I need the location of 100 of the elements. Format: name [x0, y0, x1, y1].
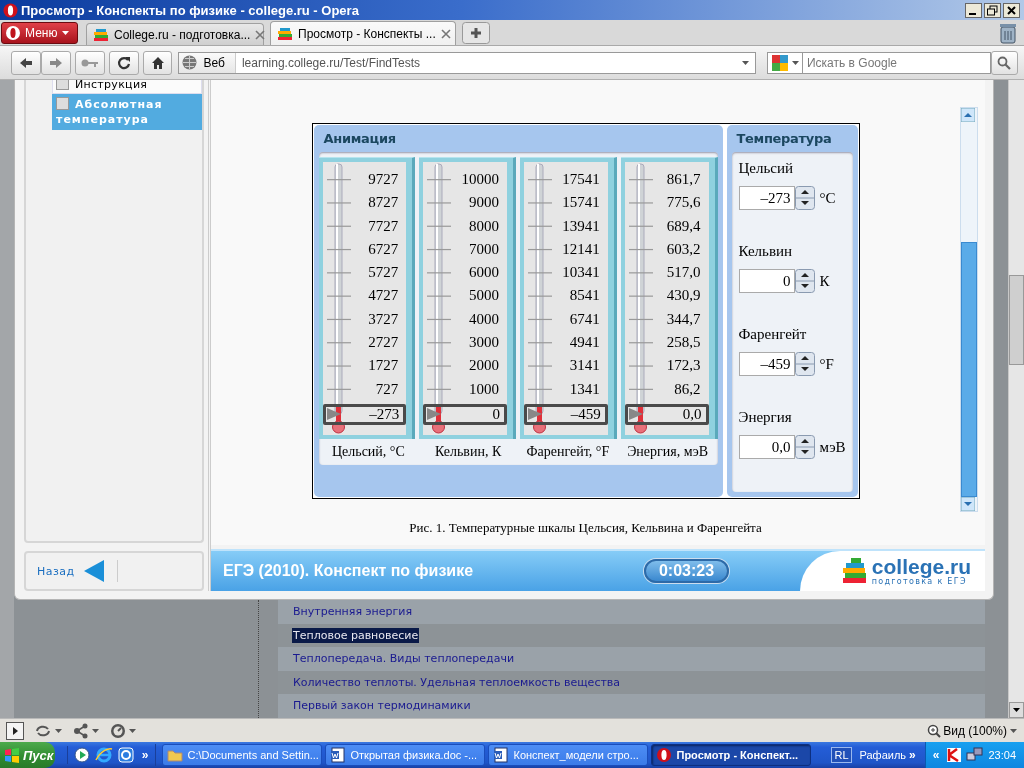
dropdown-caret-icon[interactable] [741, 58, 750, 67]
back-arrow-icon[interactable] [82, 559, 105, 583]
page-link[interactable]: Внутренняя энергия [292, 604, 414, 620]
unit-label: °C [819, 189, 836, 207]
window-title: Просмотр - Конспекты по физике - college.ru - Opera [21, 2, 360, 18]
page-link[interactable]: Тепловое равновесие [292, 627, 420, 643]
caret-icon [61, 28, 71, 37]
spinner-buttons[interactable] [794, 186, 815, 210]
media-player-icon[interactable] [73, 747, 90, 763]
scale-value: 2000 [469, 357, 499, 374]
scale-caption: Кельвин, К [433, 444, 503, 460]
search-scope-button[interactable]: Веб [179, 52, 236, 73]
clock: 23:04 [988, 749, 1016, 761]
scale-value: 172,3 [666, 357, 701, 374]
search-button[interactable] [991, 50, 1018, 75]
minimize-button[interactable] [965, 2, 982, 18]
scroll-up-button[interactable] [961, 108, 975, 122]
address-field[interactable]: Веб learning.college.ru/Test/FindTests [178, 51, 756, 74]
browser-e-icon[interactable] [94, 746, 113, 764]
scale-value: 1727 [368, 357, 399, 374]
menu-button[interactable]: Меню [1, 21, 78, 44]
spinner-buttons[interactable] [794, 435, 815, 459]
scrollbar-thumb[interactable] [961, 242, 977, 497]
taskbar-button[interactable]: C:\Documents and Settin... [162, 744, 323, 766]
expand-tray-button[interactable]: « [929, 748, 943, 762]
home-button[interactable] [142, 50, 173, 75]
caret-icon [791, 58, 800, 67]
taskbar-button[interactable]: Конспект_модели стро... [488, 744, 649, 766]
zoom-button[interactable]: Вид (100%) [927, 723, 1018, 738]
language-indicator[interactable]: RL [831, 747, 852, 763]
search-field[interactable]: Искать в Google [803, 51, 991, 74]
share-button[interactable] [73, 722, 100, 739]
scrollbar-thumb[interactable] [1009, 275, 1024, 365]
page-link[interactable]: Первый закон термодинамики [292, 698, 472, 714]
logo-tagline: подготовка к ЕГЭ [871, 577, 967, 586]
trash-icon [998, 21, 1018, 44]
speed-button[interactable] [110, 722, 137, 739]
close-icon[interactable] [440, 28, 451, 39]
spinner-buttons[interactable] [794, 269, 815, 293]
scale-value: 4941 [569, 334, 600, 351]
new-tab-button[interactable] [462, 21, 490, 44]
number-field[interactable]: 0,0 [738, 435, 795, 459]
close-button[interactable] [1003, 2, 1020, 18]
scale-value: 1000 [469, 380, 499, 397]
thermometer-bulb [432, 420, 446, 434]
start-button[interactable]: Пуск [0, 742, 55, 768]
scroll-down-button[interactable] [1009, 702, 1024, 718]
scale-value: 12141 [562, 240, 600, 257]
scale-value: 6741 [569, 310, 600, 327]
browser-icon[interactable] [117, 747, 134, 763]
spinner-buttons[interactable] [794, 352, 815, 376]
scale-value: 430,9 [666, 287, 701, 304]
more-button[interactable]: » [906, 748, 919, 762]
network-icon[interactable] [966, 747, 985, 763]
pointer-icon [628, 408, 643, 421]
unit-label: °F [819, 355, 834, 373]
number-field[interactable]: –459 [738, 352, 795, 376]
scale-value: 10341 [562, 264, 600, 281]
page-link[interactable]: Теплопередача. Виды теплопередачи [292, 651, 516, 667]
search-engine-button[interactable] [767, 51, 803, 74]
more-button[interactable]: » [138, 748, 152, 762]
page-link[interactable]: Количество теплоты. Удельная теплоемкость вещества [292, 674, 622, 690]
back-link[interactable]: Назад [37, 564, 75, 578]
scale-value: 775,6 [666, 194, 701, 211]
scale-value: 3141 [569, 357, 600, 374]
books-icon [841, 558, 868, 584]
reading-value: –273 [369, 406, 400, 422]
panel-toggle-button[interactable] [6, 721, 24, 740]
scale-value: 344,7 [666, 310, 701, 327]
antivirus-icon[interactable] [946, 747, 963, 763]
number-field[interactable]: –273 [738, 186, 795, 210]
browser-tab[interactable]: Просмотр - Конспекты ... [270, 21, 456, 45]
scale-value: 13941 [562, 217, 600, 234]
scale-value: 86,2 [674, 380, 701, 397]
scale-value: 689,4 [666, 217, 701, 234]
taskbar-button[interactable]: Просмотр - Конспект... [651, 744, 812, 766]
unit-label: К [819, 272, 830, 290]
browser-tab[interactable]: College.ru - подготовка... [86, 23, 264, 45]
forward-arrow-icon [49, 56, 63, 69]
figure-caption: Рис. 1. Температурные шкалы Цельсия, Кельвина и Фаренгейта [409, 520, 762, 536]
scale-value: 7727 [368, 217, 399, 234]
back-button[interactable] [11, 50, 41, 75]
restore-button[interactable] [984, 2, 1001, 18]
reading-value: –459 [570, 406, 601, 422]
folder-icon [167, 747, 184, 763]
nodes-icon [73, 722, 89, 739]
scale-value: 8541 [569, 287, 600, 304]
home-icon [150, 56, 165, 69]
reading-value: 0,0 [682, 406, 702, 422]
number-field[interactable]: 0 [738, 269, 795, 293]
close-icon[interactable] [255, 29, 266, 40]
pointer-icon [326, 408, 341, 421]
reload-button[interactable] [108, 50, 139, 75]
taskbar-button[interactable]: Открытая физика.doc -... [325, 744, 486, 766]
scale-value: 3727 [368, 310, 399, 327]
back-arrow-icon [19, 56, 33, 69]
scale-value: 15741 [562, 194, 600, 211]
globe-icon [182, 55, 198, 70]
url-text: learning.college.ru/Test/FindTests [240, 55, 421, 70]
sidebar-item[interactable]: Инструкция [52, 80, 202, 94]
